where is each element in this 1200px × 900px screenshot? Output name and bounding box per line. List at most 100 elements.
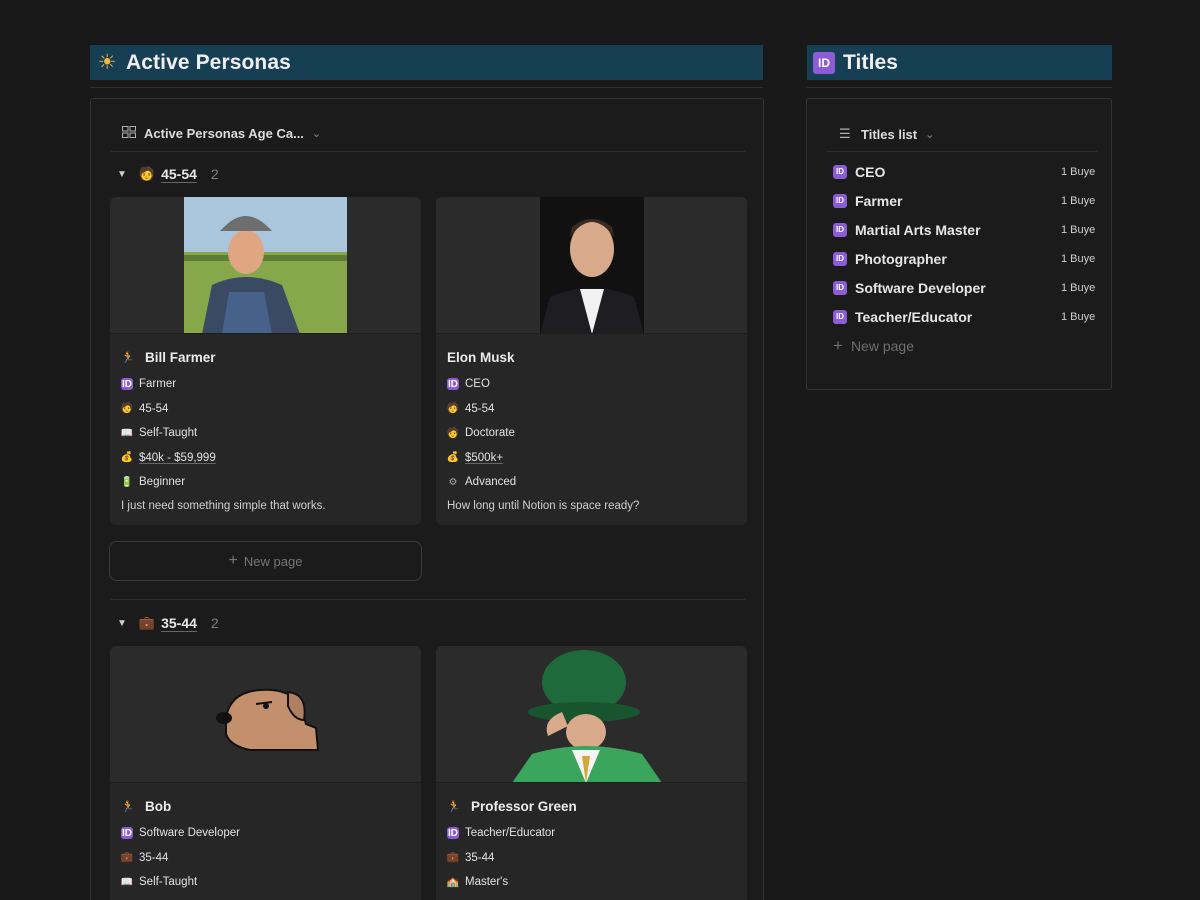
farmer-photo-icon [184, 197, 347, 333]
prop-value: Software Developer [139, 827, 240, 840]
collapse-triangle-icon[interactable]: ▼ [117, 618, 127, 629]
runner-icon: 🏃 [121, 352, 135, 364]
dog-cartoon-icon [215, 688, 319, 751]
id-badge-icon: ID [833, 251, 847, 266]
id-badge-icon: ID [121, 827, 133, 840]
prop-age[interactable]: 🧑 45-54 [121, 397, 421, 422]
new-page-label: New page [243, 553, 303, 569]
prop-value: Beginner [139, 476, 186, 489]
collapse-triangle-icon[interactable]: ▼ [117, 169, 127, 180]
prop-income[interactable]: 💰 $40k - $59,999 [121, 446, 421, 471]
group-divider [111, 599, 745, 600]
view-tab-titles-list[interactable]: ☰ Titles list ⌄ [839, 126, 934, 142]
prop-value: 45-54 [139, 402, 169, 415]
group-heading-45-54[interactable]: ▼ 🧑 45-54 2 [117, 166, 219, 182]
person-icon: 🧑 [138, 166, 156, 181]
prop-value: Doctorate [465, 427, 515, 440]
group-count: 2 [210, 166, 219, 182]
gear-icon: ⚙ [448, 476, 458, 488]
battery-icon: 🔋 [120, 476, 134, 488]
persona-card[interactable]: 🏃 Bob ID Software Developer 💼 35-44 📖 Self-… [110, 646, 421, 900]
list-icon: ☰ [839, 126, 851, 141]
title-name: Farmer [855, 192, 903, 209]
money-bag-icon: 💰 [120, 452, 134, 464]
header-divider [90, 87, 763, 88]
prop-age[interactable]: 💼 35-44 [121, 846, 421, 871]
list-item[interactable]: ID Software Developer 1 Buye [833, 273, 1097, 302]
id-badge-icon: ID [833, 164, 847, 179]
new-page-button[interactable]: + New page [833, 336, 914, 356]
briefcase-icon: 💼 [446, 852, 460, 864]
title-name: Teacher/Educator [855, 308, 973, 325]
prop-title[interactable]: ID Teacher/Educator [447, 821, 747, 846]
ceo-photo-icon [539, 197, 644, 333]
group-label: 45-54 [161, 166, 197, 182]
section-title: Titles [843, 50, 899, 74]
prop-education[interactable]: 🏫 Master's [447, 870, 747, 895]
persona-card[interactable]: 🏃 Professor Green ID Teacher/Educator 💼 35… [436, 646, 747, 900]
prop-value: Master's [465, 876, 509, 889]
buyer-count: 1 Buye [1061, 281, 1096, 294]
prop-education[interactable]: 📖 Self-Taught [121, 870, 421, 895]
list-item[interactable]: ID CEO 1 Buye [833, 157, 1097, 186]
prop-education[interactable]: 📖 Self-Taught [121, 421, 421, 446]
cover-image [110, 646, 421, 783]
prop-income[interactable]: 💰 $500k+ [447, 446, 747, 471]
prop-value: CEO [465, 378, 490, 391]
money-bag-icon: 💰 [446, 452, 460, 464]
buyer-count: 1 Buye [1061, 252, 1096, 265]
persona-name: Bob [145, 799, 172, 814]
persona-name: Bill Farmer [145, 350, 216, 365]
list-item[interactable]: ID Farmer 1 Buye [833, 186, 1097, 215]
id-badge-icon: ID [121, 378, 133, 391]
sun-icon: ☀ [97, 51, 117, 74]
person-icon: 🧑 [120, 403, 134, 415]
prop-value: Advanced [465, 476, 517, 489]
persona-card[interactable]: 🏃 Bill Farmer ID Farmer 🧑 45-54 📖 Self-Taug… [110, 197, 421, 525]
list-item[interactable]: ID Teacher/Educator 1 Buye [833, 302, 1097, 331]
new-page-label: New page [850, 338, 914, 354]
prop-value: 35-44 [139, 851, 169, 864]
green-hat-man-icon [512, 650, 661, 782]
prop-skill[interactable]: 🔋 Beginner [121, 470, 421, 495]
title-name: Martial Arts Master [855, 221, 981, 238]
person-icon: 🧑 [446, 403, 460, 415]
prop-value: $500k+ [465, 451, 504, 464]
id-badge-icon: ID [447, 827, 459, 840]
id-badge-icon: ID [447, 378, 459, 391]
prop-value: Farmer [139, 378, 177, 391]
list-item[interactable]: ID Martial Arts Master 1 Buye [833, 215, 1097, 244]
id-badge-icon: ID [813, 51, 835, 74]
book-icon: 📖 [120, 427, 134, 439]
cover-image [110, 197, 421, 334]
prop-education[interactable]: 🧑 Doctorate [447, 421, 747, 446]
prop-title[interactable]: ID Farmer [121, 372, 421, 397]
runner-icon: 🏃 [447, 801, 461, 813]
view-tab-age-category[interactable]: Active Personas Age Ca... ⌄ [122, 126, 321, 141]
header-divider [807, 87, 1112, 88]
prop-title[interactable]: ID Software Developer [121, 821, 421, 846]
active-personas-header: ☀ Active Personas [90, 45, 763, 80]
persona-card[interactable]: Elon Musk ID CEO 🧑 45-54 🧑 Doctorate 💰 $500k… [436, 197, 747, 525]
tab-divider [111, 151, 745, 152]
buyer-count: 1 Buye [1061, 194, 1096, 207]
buyer-count: 1 Buye [1061, 165, 1096, 178]
chevron-down-icon[interactable]: ⌄ [925, 128, 934, 141]
id-badge-icon: ID [833, 222, 847, 237]
titles-list-panel: ☰ Titles list ⌄ ID CEO 1 Buye ID Farmer … [806, 98, 1112, 390]
plus-icon: + [833, 336, 843, 355]
buyer-count: 1 Buye [1061, 223, 1096, 236]
chevron-down-icon[interactable]: ⌄ [312, 127, 321, 140]
list-item[interactable]: ID Photographer 1 Buye [833, 244, 1097, 273]
persona-quote: How long until Notion is space ready? [447, 499, 640, 512]
prop-skill[interactable]: ⚙ Advanced [447, 470, 747, 495]
prop-age[interactable]: 💼 35-44 [447, 846, 747, 871]
prop-title[interactable]: ID CEO [447, 372, 747, 397]
prop-age[interactable]: 🧑 45-54 [447, 397, 747, 422]
group-heading-35-44[interactable]: ▼ 💼 35-44 2 [117, 615, 219, 631]
persona-name: Professor Green [471, 799, 577, 814]
titles-header: ID Titles [807, 45, 1112, 80]
school-icon: 🏫 [446, 876, 460, 888]
new-page-button[interactable]: + New page [109, 541, 422, 581]
personas-board: Active Personas Age Ca... ⌄ ▼ 🧑 45-54 2 … [90, 98, 764, 900]
